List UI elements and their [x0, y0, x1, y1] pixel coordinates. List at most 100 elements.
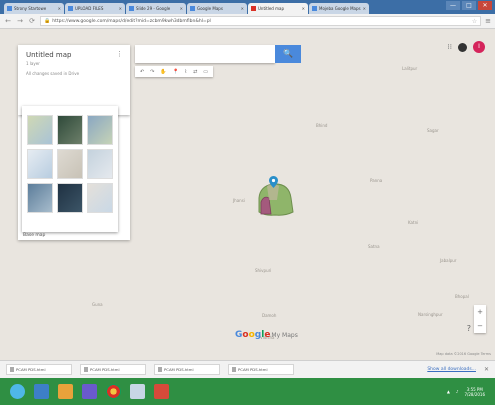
favicon-icon — [312, 6, 317, 11]
base-map-option[interactable] — [57, 183, 83, 213]
url-field[interactable]: 🔒 https://www.google.com/maps/d/edit?mid… — [40, 16, 482, 26]
tab-label: Google Maps — [197, 6, 223, 11]
tab-untitled-map[interactable]: Untitled map ✕ — [248, 3, 308, 14]
map-label: Katni — [408, 220, 419, 225]
map-canvas[interactable]: Lalitpur Sagar Bhind Jhansi Panna Shivpu… — [0, 30, 495, 360]
bookmark-star-icon[interactable]: ☆ — [472, 18, 477, 25]
marker-icon[interactable]: 📍 — [172, 69, 178, 75]
powerpoint-icon[interactable] — [154, 384, 169, 399]
show-all-downloads-link[interactable]: Show all downloads... — [427, 367, 476, 372]
lock-icon: 🔒 — [44, 18, 51, 24]
map-label: Satna — [368, 244, 380, 249]
map-pin-icon[interactable] — [269, 176, 278, 188]
media-player-icon[interactable] — [82, 384, 97, 399]
map-toolbar: ↶ ↷ ✋ 📍 ⌇ ⇄ ▭ — [135, 66, 213, 77]
tab-moje-maps[interactable]: Mojeba Google Maps ✕ — [309, 3, 369, 14]
notifications-icon[interactable] — [458, 42, 467, 52]
volume-icon[interactable]: ♪ — [456, 389, 459, 394]
base-map-option[interactable] — [87, 149, 113, 179]
explorer-icon[interactable] — [34, 384, 49, 399]
tab-label: Mojeba Google Maps — [319, 6, 361, 11]
tray-arrow-icon[interactable]: ▲ — [447, 389, 450, 394]
app-icon[interactable] — [130, 384, 145, 399]
map-title-panel: Untitled map 1 layer All changes saved i… — [18, 45, 130, 115]
url-text: https://www.google.com/maps/d/edit?mid=z… — [52, 18, 211, 24]
clock[interactable]: 3:55 PM 7/28/2016 — [464, 387, 485, 397]
forward-icon[interactable]: → — [16, 17, 24, 25]
tab-slide[interactable]: Slide 29 - Google ✕ — [126, 3, 186, 14]
reload-icon[interactable]: ⟳ — [28, 17, 36, 25]
base-map-label[interactable]: Base map — [23, 233, 45, 357]
zoom-in-button[interactable]: + — [474, 305, 486, 319]
start-button-icon[interactable] — [10, 384, 25, 399]
map-label: Damoh — [262, 313, 277, 318]
map-label: Bhopal — [455, 294, 469, 299]
file-icon — [158, 367, 162, 372]
map-label: Jabalpur — [440, 258, 457, 263]
save-status: All changes saved in Drive — [26, 71, 80, 76]
hand-icon[interactable]: ✋ — [160, 69, 166, 75]
minimize-button[interactable]: — — [446, 1, 460, 10]
zoom-control: + − — [474, 305, 486, 333]
close-icon[interactable]: ✕ — [363, 6, 366, 11]
chrome-icon[interactable] — [106, 384, 121, 399]
search-input[interactable] — [135, 45, 275, 63]
base-map-option[interactable] — [27, 115, 53, 145]
measure-icon[interactable]: ▭ — [203, 69, 208, 75]
map-label: Sagar — [427, 128, 439, 133]
base-map-option[interactable] — [57, 115, 83, 145]
avatar[interactable]: I — [473, 41, 485, 53]
map-label: Bhind — [316, 123, 328, 128]
apps-grid-icon[interactable]: ⁞⁞ — [448, 43, 452, 51]
undo-icon[interactable]: ↶ — [140, 69, 144, 75]
back-icon[interactable]: ← — [4, 17, 12, 25]
system-tray: ▲ ♪ 3:55 PM 7/28/2016 — [447, 387, 485, 397]
close-icon[interactable]: ✕ — [58, 6, 61, 11]
close-icon[interactable]: ✕ — [119, 6, 122, 11]
tab-strony-startowe[interactable]: Strony Startowe ✕ — [4, 3, 64, 14]
maximize-button[interactable]: □ — [462, 1, 476, 10]
tab-upload-files[interactable]: UPLOAD FILES ✕ — [65, 3, 125, 14]
map-label: Shivpuri — [255, 268, 272, 273]
favicon-icon — [68, 6, 73, 11]
map-label: Panna — [370, 178, 383, 183]
account-area: ⁞⁞ I — [448, 41, 485, 53]
close-icon[interactable]: ✕ — [302, 6, 305, 11]
close-icon[interactable]: ✕ — [484, 366, 489, 373]
map-label: Lalitpur — [402, 66, 418, 71]
window-close-button[interactable]: ✕ — [478, 1, 492, 10]
directions-icon[interactable]: ⇄ — [193, 69, 197, 75]
favicon-icon — [129, 6, 134, 11]
address-bar: ← → ⟳ 🔒 https://www.google.com/maps/d/ed… — [0, 14, 495, 29]
close-icon[interactable]: ✕ — [180, 6, 183, 11]
taskbar: ▲ ♪ 3:55 PM 7/28/2016 — [0, 378, 495, 405]
redo-icon[interactable]: ↷ — [150, 69, 154, 75]
tab-google-maps[interactable]: Google Maps ✕ — [187, 3, 247, 14]
favicon-icon — [251, 6, 256, 11]
base-map-option[interactable] — [27, 183, 53, 213]
map-title[interactable]: Untitled map — [26, 51, 122, 59]
favicon-icon — [190, 6, 195, 11]
browser-menu-icon[interactable]: ≡ — [485, 17, 491, 25]
help-icon[interactable]: ? — [467, 324, 471, 333]
download-item[interactable]: PCAM PDS.html — [6, 364, 72, 375]
base-map-option[interactable] — [57, 149, 83, 179]
base-map-option[interactable] — [87, 183, 113, 213]
map-label: Narsinghpur — [418, 312, 443, 317]
search-button[interactable]: 🔍 — [275, 45, 301, 63]
close-icon[interactable]: ✕ — [241, 6, 244, 11]
tab-strip: Strony Startowe ✕ UPLOAD FILES ✕ Slide 29 … — [0, 0, 495, 14]
zoom-out-button[interactable]: − — [474, 319, 486, 333]
base-map-option[interactable] — [87, 115, 113, 145]
more-options-icon[interactable]: ⋮ — [116, 50, 123, 58]
download-item[interactable]: PCAM PDS.html — [228, 364, 294, 375]
google-my-maps-logo: GoogleMy Maps — [235, 330, 298, 340]
folder-icon[interactable] — [58, 384, 73, 399]
file-icon — [84, 367, 88, 372]
map-label: Guna — [92, 302, 103, 307]
draw-line-icon[interactable]: ⌇ — [185, 69, 187, 75]
tab-label: Untitled map — [258, 6, 284, 11]
download-item[interactable]: PCAM PDS.html — [154, 364, 220, 375]
download-item[interactable]: PCAM PDS.html — [80, 364, 146, 375]
base-map-option[interactable] — [27, 149, 53, 179]
